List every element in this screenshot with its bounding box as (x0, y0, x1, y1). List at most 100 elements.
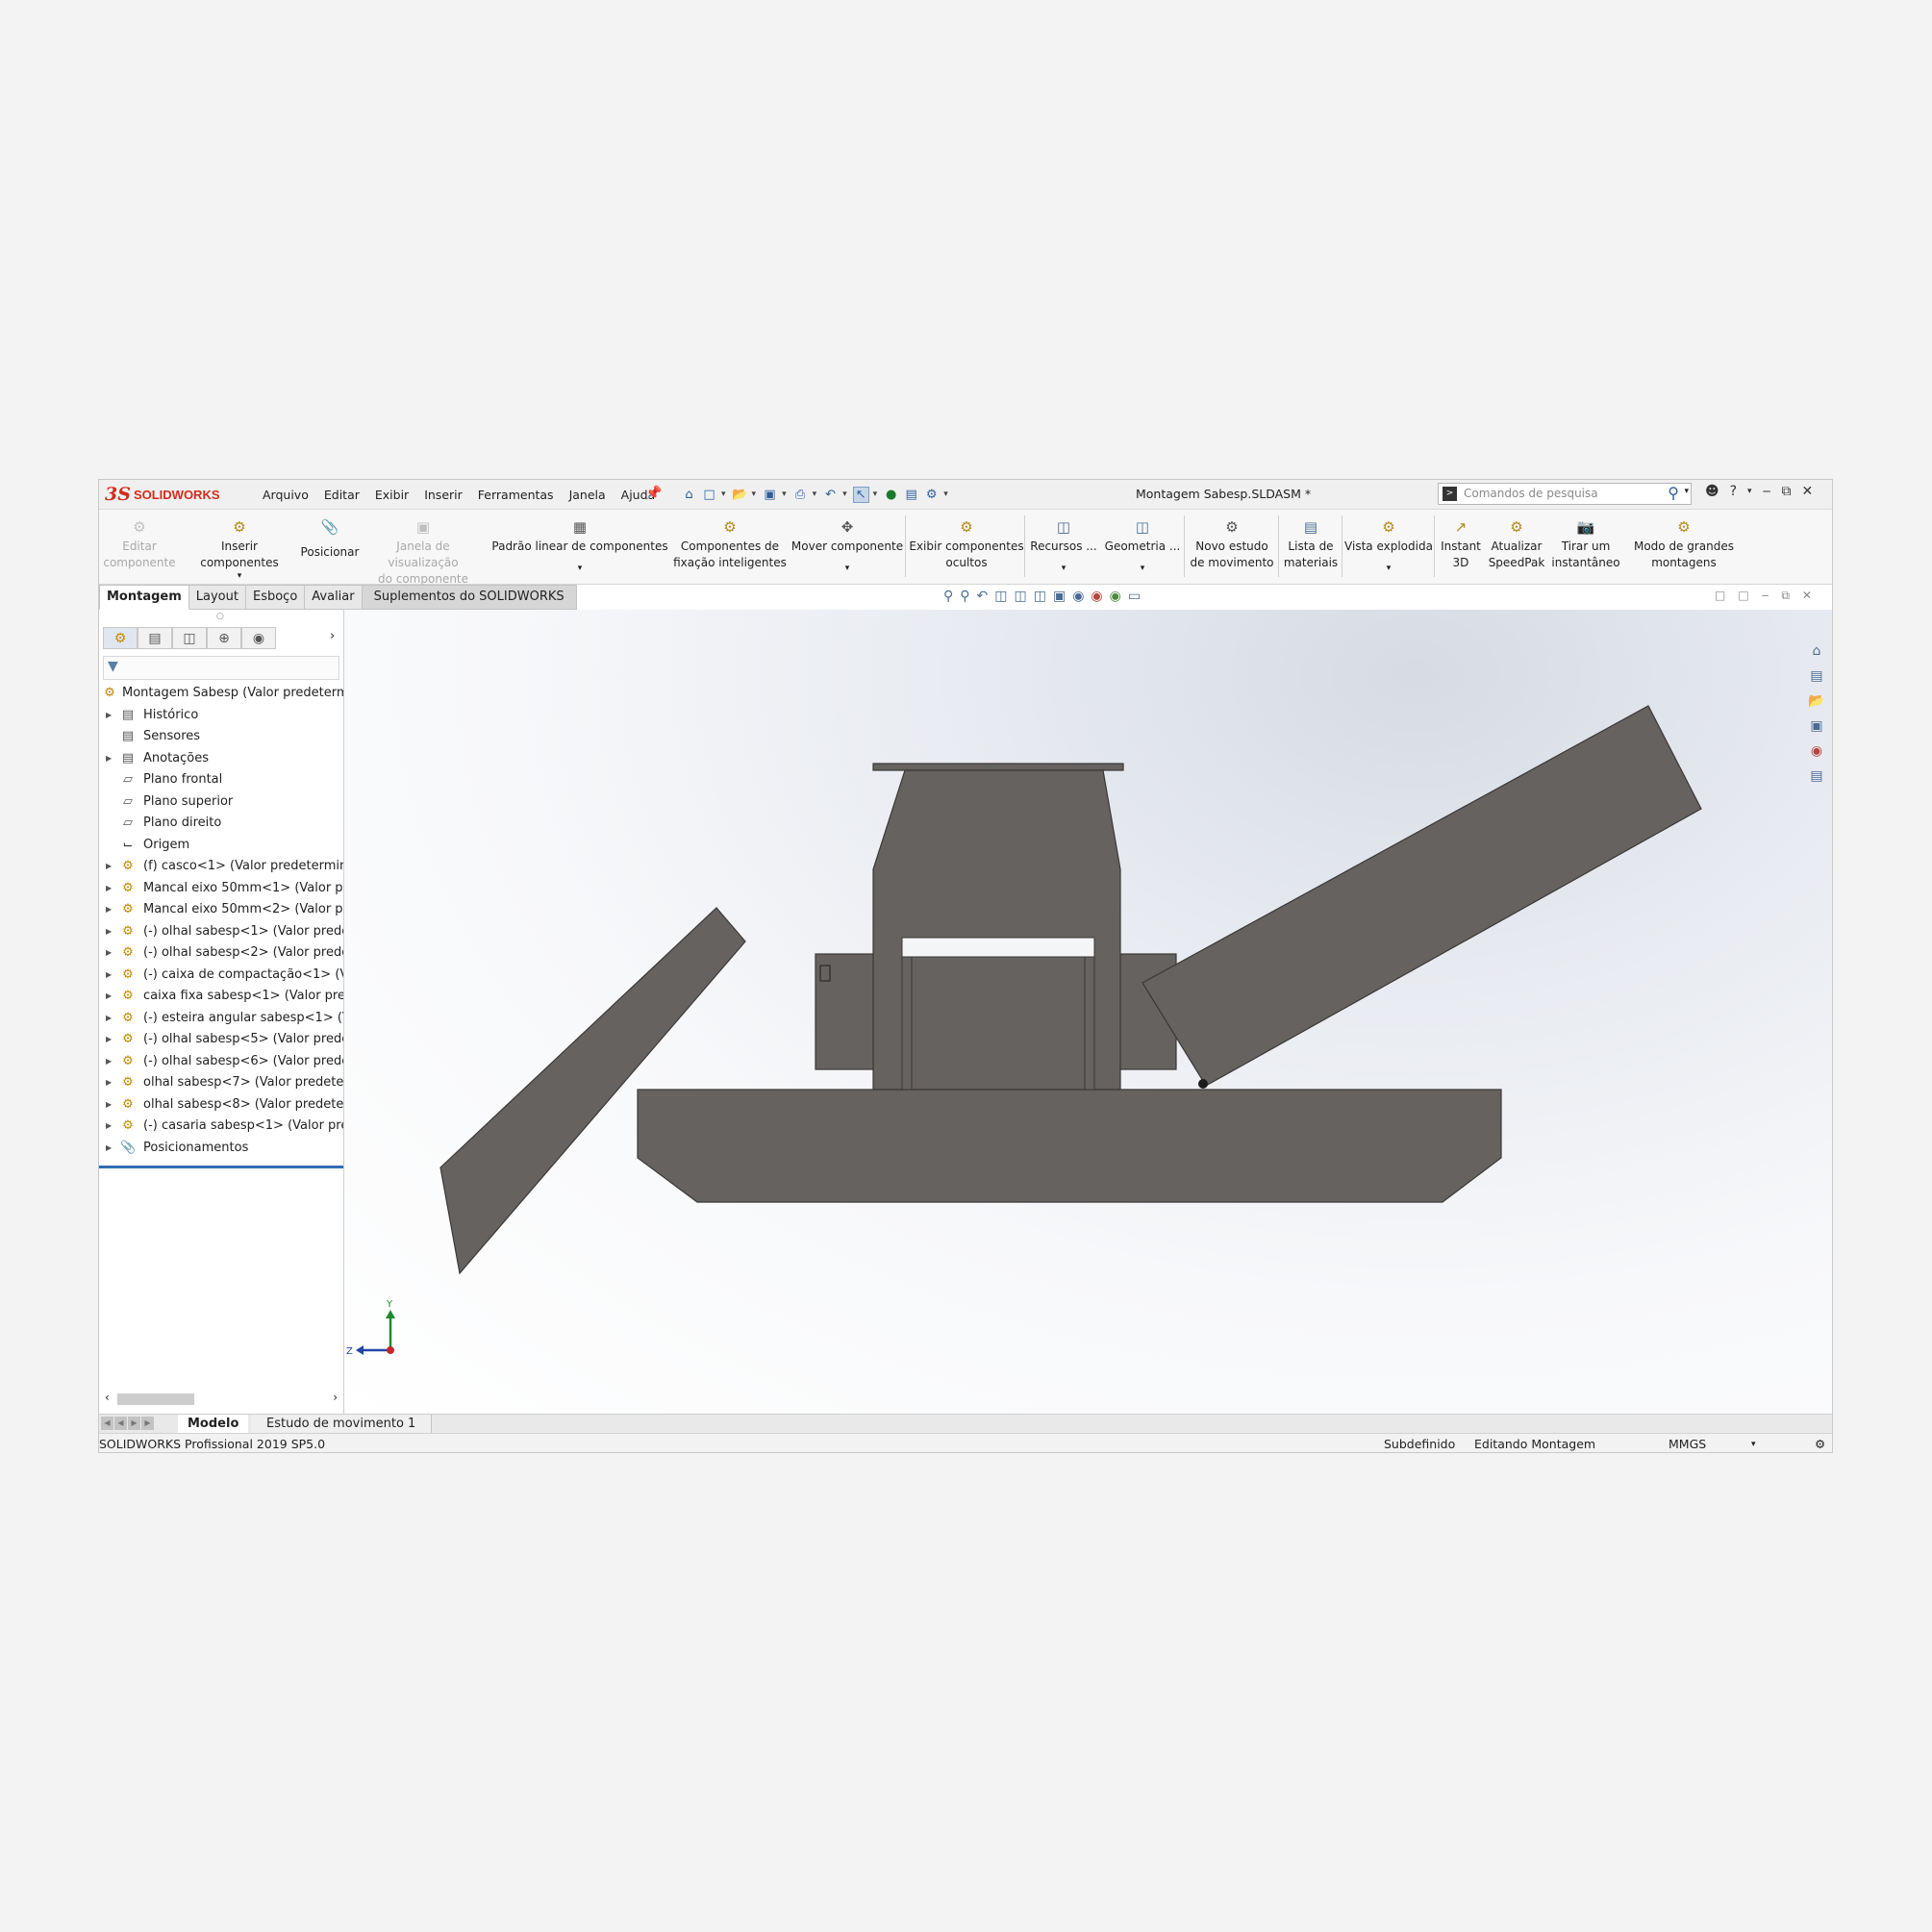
search-icon[interactable]: ⚲ (1668, 484, 1679, 502)
expand-arrow-icon[interactable]: ▶ (106, 965, 112, 987)
tree-filter[interactable]: ▼ (103, 656, 339, 680)
mate-button[interactable]: 📎 Posicionar (301, 510, 360, 584)
file-explorer-icon[interactable]: 📂 (1806, 689, 1827, 714)
tree-node-plano-frontal[interactable]: ▱ Plano frontal (99, 769, 343, 791)
user-icon[interactable]: ☻ (1705, 484, 1719, 499)
viewport-close-icon[interactable]: ✕ (1802, 589, 1812, 603)
units-dropdown-icon[interactable]: ▾ (1751, 1440, 1756, 1449)
chevron-down-icon[interactable]: ▾ (721, 489, 726, 499)
minimize-icon[interactable]: ‒ (1763, 484, 1771, 499)
large-assembly-mode-button[interactable]: ⚙ Modo de grandes montagens (1626, 510, 1742, 584)
configuration-manager-tab-icon[interactable]: ◫ (172, 627, 207, 649)
select-cursor-icon[interactable]: ↖ (852, 486, 869, 503)
chevron-down-icon[interactable]: ▾ (1141, 565, 1145, 573)
expand-arrow-icon[interactable]: ▶ (106, 942, 112, 965)
new-document-icon[interactable]: □ (701, 487, 717, 503)
expand-arrow-icon[interactable]: ▶ (106, 1008, 112, 1030)
component-preview-window-button[interactable]: ▣ Janela de visualização do componente (361, 510, 486, 586)
dimxpert-tab-icon[interactable]: ⊕ (207, 627, 241, 649)
tree-node-historico[interactable]: ▶ ▤ Histórico (99, 705, 343, 727)
command-search[interactable]: > Comandos de pesquisa ⚲ ▾ (1438, 483, 1692, 505)
menu-exibir[interactable]: Exibir (375, 488, 409, 502)
dynamic-annotation-icon[interactable]: ◫ (1015, 589, 1027, 604)
tree-node-plano-superior[interactable]: ▱ Plano superior (99, 791, 343, 814)
menu-ferramentas[interactable]: Ferramentas (478, 488, 554, 502)
tab-estudo-movimento[interactable]: Estudo de movimento 1 (251, 1415, 433, 1433)
display-manager-tab-icon[interactable]: ◉ (241, 627, 276, 649)
print-icon[interactable]: ⎙ (792, 487, 809, 503)
show-hidden-components-button[interactable]: ⚙ Exibir componentes ocultos (907, 510, 1026, 584)
status-options-icon[interactable]: ⚙ (1815, 1437, 1825, 1451)
tab-modelo[interactable]: Modelo (178, 1415, 249, 1433)
unit-system[interactable]: MMGS (1669, 1437, 1706, 1451)
graphics-area[interactable]: Y Z ⌂ ▤ 📂 ▣ ◉ ▤ (344, 610, 1832, 1414)
previous-view-icon[interactable]: ↶ (977, 589, 989, 604)
panel-grip-icon[interactable]: ○ (216, 612, 224, 621)
chevron-down-icon[interactable]: ▾ (842, 489, 847, 499)
save-icon[interactable]: ▣ (762, 487, 778, 503)
tab-avaliar[interactable]: Avaliar (305, 585, 363, 610)
tree-node-root[interactable]: ⚙ Montagem Sabesp (Valor predeterminado<… (99, 683, 343, 705)
hide-show-items-icon[interactable]: ◉ (1072, 589, 1084, 604)
tree-node-sensores[interactable]: ▤ Sensores (99, 726, 343, 748)
expand-arrow-icon[interactable]: ▶ (106, 1051, 112, 1073)
view-settings-icon[interactable]: ▭ (1128, 589, 1141, 604)
help-dropdown-icon[interactable]: ▾ (1747, 487, 1752, 496)
tree-node-anotacoes[interactable]: ▶ ▤ Anotações (99, 748, 343, 770)
menu-arquivo[interactable]: Arquivo (263, 488, 309, 502)
expand-arrow-icon[interactable]: ▶ (106, 1116, 112, 1138)
pin-menu-icon[interactable]: 📌 (645, 486, 662, 501)
exploded-view-button[interactable]: ⚙ Vista explodida ▾ (1343, 510, 1434, 584)
expand-arrow-icon[interactable]: ▶ (106, 899, 112, 921)
tree-node-part[interactable]: ▶ ⚙ Mancal eixo 50mm<2> (Valor predeterm… (99, 899, 343, 921)
chevron-down-icon[interactable]: ▾ (782, 489, 787, 499)
solidworks-resources-icon[interactable]: ⌂ (1806, 639, 1827, 664)
tab-suplementos[interactable]: Suplementos do SOLIDWORKS (362, 585, 577, 610)
edit-component-button[interactable]: ⚙ Editar componente (103, 510, 176, 584)
tree-node-plano-direito[interactable]: ▱ Plano direito (99, 813, 343, 835)
viewport-minimize-icon[interactable]: ‒ (1762, 589, 1769, 603)
feature-manager-tab-icon[interactable]: ⚙ (103, 627, 138, 649)
chevron-down-icon[interactable]: ▾ (1684, 487, 1689, 496)
take-snapshot-button[interactable]: 📷 Tirar um instantâneo (1547, 510, 1624, 584)
tree-node-part[interactable]: ▶ ⚙ (-) caixa de compactação<1> (Valor p… (99, 965, 343, 987)
tree-node-posicionamentos[interactable]: ▶ 📎 Posicionamentos (99, 1138, 343, 1160)
move-component-button[interactable]: ✥ Mover componente ▾ (788, 510, 907, 584)
property-manager-tab-icon[interactable]: ▤ (138, 627, 172, 649)
tree-node-part[interactable]: ▶ ⚙ (-) olhal sabesp<5> (Valor predeterm… (99, 1029, 343, 1051)
tab-esboco[interactable]: Esboço (245, 585, 306, 610)
reference-geometry-button[interactable]: ◫ Geometria ... ▾ (1103, 510, 1182, 584)
menu-inserir[interactable]: Inserir (424, 488, 463, 502)
appearances-icon[interactable]: ◉ (1806, 739, 1827, 764)
view-orientation-icon[interactable]: ◫ (1034, 589, 1046, 604)
expand-arrow-icon[interactable]: ▶ (106, 1094, 112, 1117)
tab-layout[interactable]: Layout (188, 585, 246, 610)
chevron-down-icon[interactable]: ▾ (873, 489, 878, 499)
rollback-bar[interactable] (99, 1166, 343, 1168)
chevron-down-icon[interactable]: ▾ (813, 489, 817, 499)
tree-node-part[interactable]: ▶ ⚙ (-) olhal sabesp<2> (Valor predeterm… (99, 942, 343, 965)
section-view-icon[interactable]: ◫ (994, 589, 1007, 604)
tree-node-part[interactable]: ▶ ⚙ olhal sabesp<7> (Valor predeterminad… (99, 1072, 343, 1094)
apply-scene-icon[interactable]: ◉ (1110, 589, 1121, 604)
custom-properties-icon[interactable]: ▤ (1806, 764, 1827, 789)
tile-left-icon[interactable]: □ (1715, 589, 1725, 603)
rebuild-icon[interactable]: ● (883, 487, 899, 503)
menu-editar[interactable]: Editar (324, 488, 360, 502)
last-tab-icon[interactable]: ▶ (141, 1417, 154, 1430)
expand-arrow-icon[interactable]: ▶ (106, 705, 112, 727)
chevron-down-icon[interactable]: ▾ (238, 572, 242, 581)
menu-janela[interactable]: Janela (569, 488, 606, 502)
chevron-down-icon[interactable]: ▾ (578, 565, 583, 573)
restore-icon[interactable]: ⧉ (1782, 484, 1792, 499)
solidworks-logo[interactable]: 3S SOLIDWORKS (105, 482, 239, 507)
tree-node-part[interactable]: ▶ ⚙ Mancal eixo 50mm<1> (Valor predeterm… (99, 878, 343, 900)
insert-components-button[interactable]: ⚙ Inserir componentes ▾ (182, 510, 297, 584)
tree-node-part[interactable]: ▶ ⚙ (-) casaria sabesp<1> (Valor predete… (99, 1116, 343, 1138)
viewport-restore-icon[interactable]: ⧉ (1781, 589, 1790, 603)
scroll-right-icon[interactable]: › (333, 1391, 338, 1404)
zoom-to-fit-icon[interactable]: ⚲ (943, 589, 953, 604)
instant-3d-button[interactable]: ↗ Instant 3D (1436, 510, 1486, 584)
chevron-down-icon[interactable]: ▾ (752, 489, 757, 499)
expand-arrow-icon[interactable]: ▶ (106, 986, 112, 1008)
